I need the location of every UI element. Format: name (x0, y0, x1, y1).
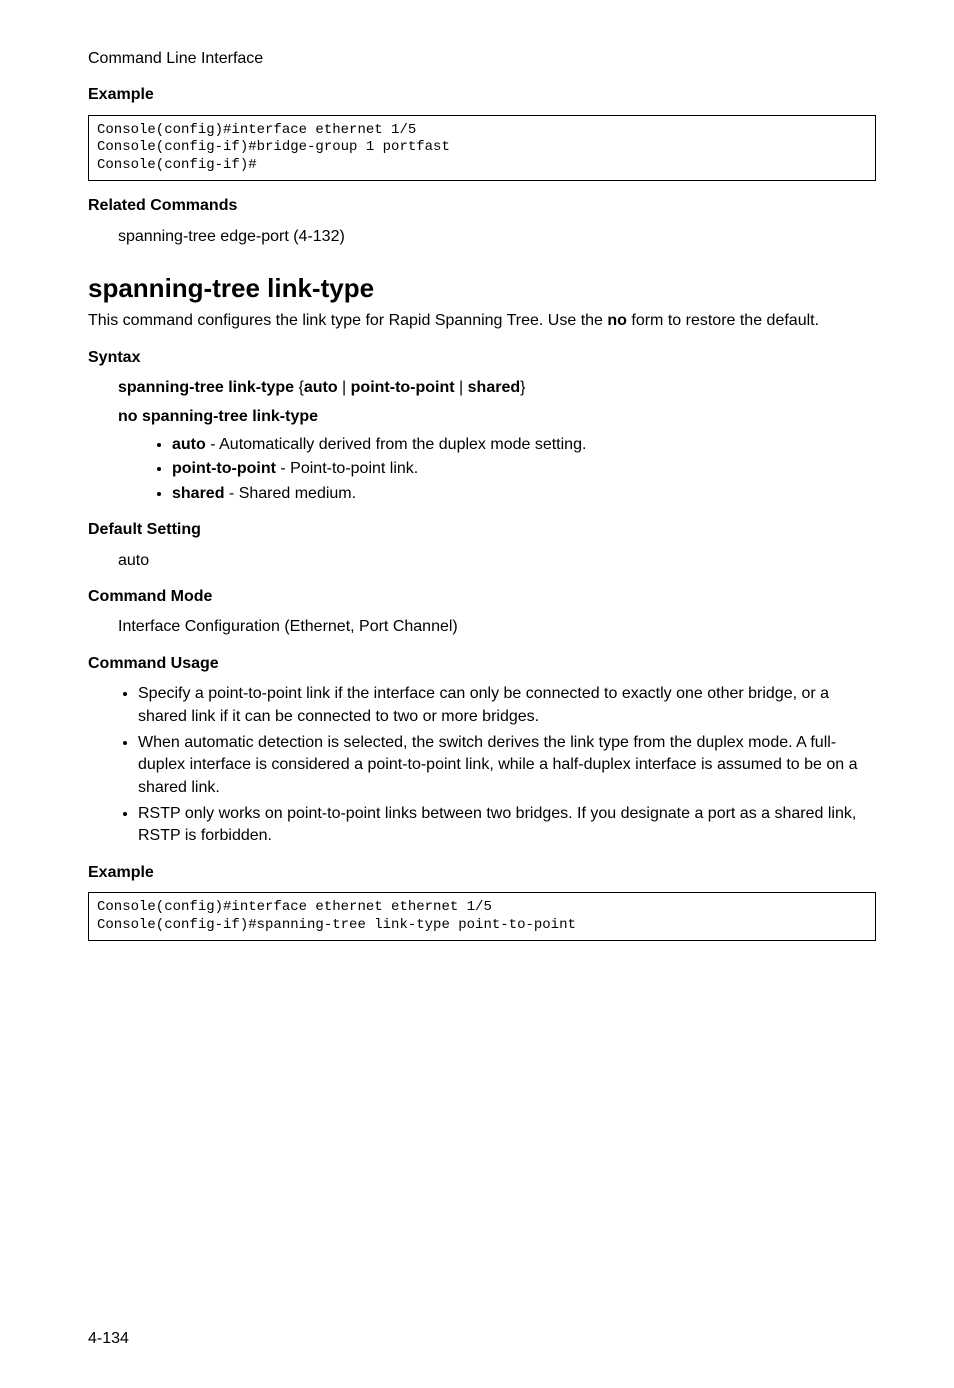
syntax-open: { (294, 379, 304, 396)
syntax-opt3: shared (468, 379, 520, 396)
default-setting-text: auto (118, 550, 876, 572)
syntax-opt2: point-to-point (351, 379, 455, 396)
example2-heading: Example (88, 862, 876, 884)
syntax-line2: no spanning-tree link-type (88, 406, 876, 428)
syntax-sep1: | (338, 379, 351, 396)
param-desc: - Automatically derived from the duplex … (206, 436, 587, 453)
syntax-line1: spanning-tree link-type {auto | point-to… (88, 377, 876, 399)
default-setting-heading: Default Setting (88, 519, 876, 541)
intro-paragraph: This command configures the link type fo… (88, 310, 876, 332)
syntax-heading: Syntax (88, 347, 876, 369)
list-item: Specify a point-to-point link if the int… (138, 683, 876, 728)
running-head: Command Line Interface (88, 48, 876, 70)
intro-part1: This command configures the link type fo… (88, 312, 607, 329)
intro-bold: no (607, 312, 627, 329)
command-mode-heading: Command Mode (88, 586, 876, 608)
command-title: spanning-tree link-type (88, 270, 876, 306)
syntax-close: } (520, 379, 525, 396)
list-item: When automatic detection is selected, th… (138, 732, 876, 799)
list-item: auto - Automatically derived from the du… (172, 434, 876, 456)
list-item: point-to-point - Point-to-point link. (172, 458, 876, 480)
example1-heading: Example (88, 84, 876, 106)
list-item: shared - Shared medium. (172, 483, 876, 505)
syntax-opt1: auto (304, 379, 338, 396)
param-desc: - Shared medium. (224, 485, 356, 502)
param-keyword: point-to-point (172, 460, 276, 477)
related-commands-heading: Related Commands (88, 195, 876, 217)
param-desc: - Point-to-point link. (276, 460, 418, 477)
syntax-params-list: auto - Automatically derived from the du… (88, 434, 876, 505)
related-commands-text: spanning-tree edge-port (4-132) (118, 226, 876, 248)
command-mode-text: Interface Configuration (Ethernet, Port … (118, 616, 876, 638)
param-keyword: shared (172, 485, 224, 502)
command-usage-list: Specify a point-to-point link if the int… (88, 683, 876, 848)
param-keyword: auto (172, 436, 206, 453)
intro-part2: form to restore the default. (627, 312, 819, 329)
example2-code: Console(config)#interface ethernet ether… (88, 892, 876, 941)
syntax-sep2: | (455, 379, 468, 396)
list-item: RSTP only works on point-to-point links … (138, 803, 876, 848)
page-number: 4-134 (88, 1328, 129, 1350)
syntax-cmd: spanning-tree link-type (118, 379, 294, 396)
example1-code: Console(config)#interface ethernet 1/5 C… (88, 115, 876, 182)
command-usage-heading: Command Usage (88, 653, 876, 675)
